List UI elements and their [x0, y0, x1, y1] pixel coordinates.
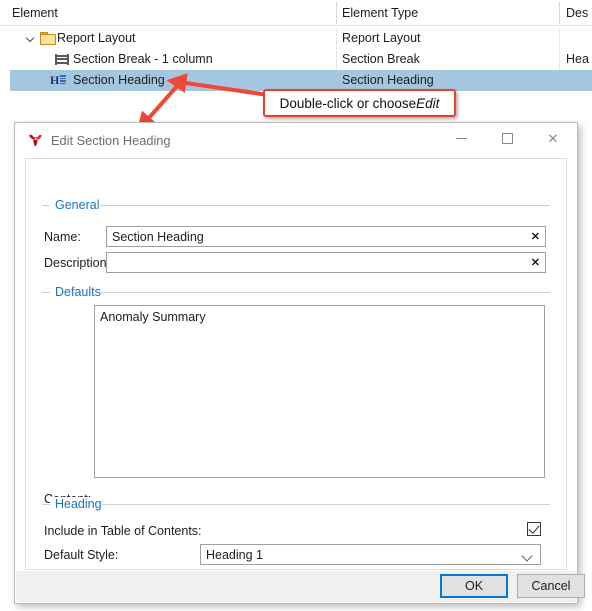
include-toc-label: Include in Table of Contents:	[44, 524, 202, 538]
app-logo-icon	[29, 134, 42, 147]
cell-element: Section Break - 1 column	[73, 52, 213, 66]
dialog-title: Edit Section Heading	[51, 133, 171, 148]
column-header-description[interactable]: Des	[566, 6, 588, 20]
cell-description: Hea	[566, 52, 589, 66]
table-row-selected[interactable]: H Section Heading Section Heading	[10, 70, 592, 91]
column-separator-1[interactable]	[336, 2, 337, 24]
name-input[interactable]: Section Heading ✕	[106, 226, 546, 247]
content-textarea-value: Anomaly Summary	[100, 310, 206, 324]
column-separator-2[interactable]	[559, 2, 560, 24]
grid-header: Element Element Type Des	[0, 0, 592, 26]
check-icon	[528, 522, 540, 534]
default-style-value: Heading 1	[206, 548, 263, 562]
clear-description-icon[interactable]: ✕	[531, 256, 540, 269]
group-rule-left	[42, 292, 50, 293]
row-separator	[336, 49, 337, 70]
group-rule-defaults	[100, 292, 550, 293]
column-header-element-type[interactable]: Element Type	[342, 6, 418, 20]
description-label: Description:	[44, 256, 110, 270]
cell-element: Section Heading	[73, 73, 165, 87]
default-style-label: Default Style:	[44, 548, 119, 562]
table-row[interactable]: Report Layout Report Layout	[0, 28, 592, 49]
name-input-value: Section Heading	[112, 230, 204, 244]
dialog-footer: OK Cancel	[16, 571, 585, 602]
section-heading-icon: H	[50, 74, 66, 86]
cell-element: Report Layout	[57, 31, 136, 45]
chevron-down-icon[interactable]	[26, 33, 36, 43]
cell-element-type: Section Break	[342, 52, 420, 66]
column-header-element[interactable]: Element	[12, 6, 58, 20]
maximize-icon	[501, 133, 513, 144]
callout-box: Double-click or choose Edit	[263, 89, 456, 117]
section-break-icon	[55, 54, 69, 66]
cell-element-type: Report Layout	[342, 31, 421, 45]
chevron-down-icon[interactable]	[521, 550, 533, 562]
name-label: Name:	[44, 230, 81, 244]
callout-text-before: Double-click or choose	[279, 95, 417, 111]
group-rule-heading	[102, 504, 550, 505]
callout-text: Double-click or choose Edit	[265, 91, 454, 115]
group-rule-left	[42, 205, 50, 206]
group-rule-left	[42, 504, 50, 505]
close-icon: ✕	[547, 130, 559, 146]
header-underline	[0, 25, 592, 26]
dialog-titlebar[interactable]: Edit Section Heading ✕	[15, 123, 577, 158]
row-separator	[559, 28, 560, 49]
minimize-icon	[455, 138, 467, 139]
group-legend-defaults: Defaults	[50, 285, 106, 299]
folder-icon	[40, 32, 56, 45]
screen: Element Element Type Des Report Layout R…	[0, 0, 592, 611]
table-row[interactable]: Section Break - 1 column Section Break H…	[0, 49, 592, 70]
cell-element-type: Section Heading	[342, 73, 434, 87]
ok-button[interactable]: OK	[440, 574, 508, 598]
close-button[interactable]: ✕	[530, 123, 576, 154]
element-tree-grid: Element Element Type Des Report Layout R…	[0, 0, 592, 140]
group-rule-general	[98, 205, 550, 206]
content-textarea[interactable]: Anomaly Summary	[94, 305, 545, 478]
clear-name-icon[interactable]: ✕	[531, 230, 540, 243]
row-separator	[559, 49, 560, 70]
maximize-button[interactable]	[484, 123, 530, 154]
include-toc-checkbox[interactable]	[527, 522, 541, 536]
minimize-button[interactable]	[438, 123, 484, 154]
group-legend-heading: Heading	[50, 497, 107, 511]
group-legend-general: General	[50, 198, 105, 212]
edit-section-heading-dialog: Edit Section Heading ✕ General Name: Sec…	[14, 122, 585, 604]
description-input[interactable]: ✕	[106, 252, 546, 273]
row-separator	[336, 28, 337, 49]
cancel-button[interactable]: Cancel	[517, 574, 585, 598]
callout-text-emphasis: Edit	[416, 95, 440, 111]
dialog-body: General Name: Section Heading ✕ Descript…	[25, 158, 567, 570]
default-style-select[interactable]: Heading 1	[200, 544, 541, 565]
